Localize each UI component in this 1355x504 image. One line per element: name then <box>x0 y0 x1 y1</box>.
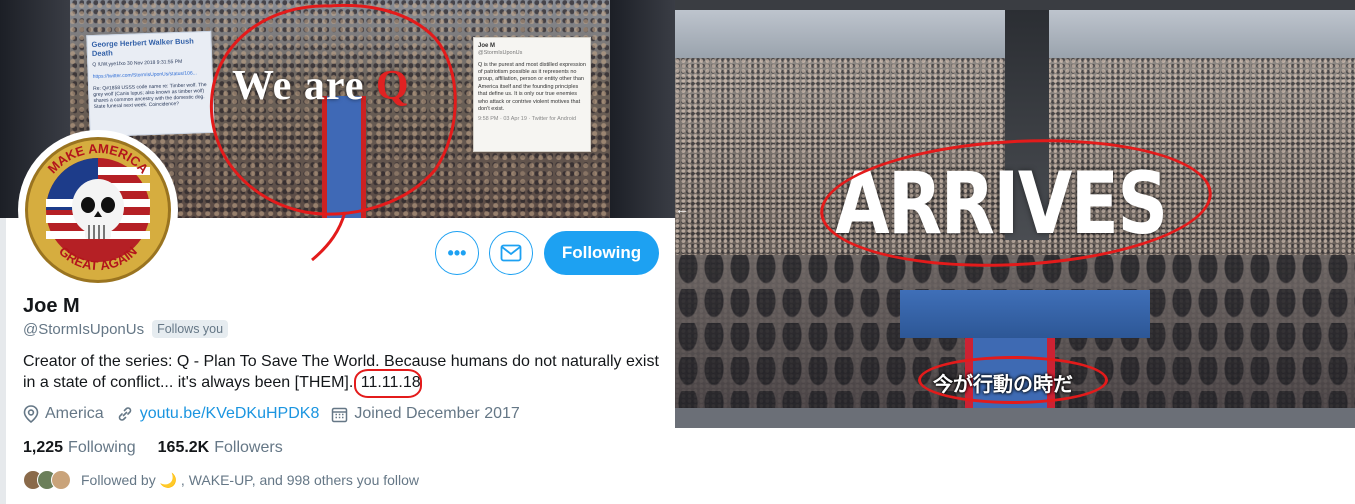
followed-by-row[interactable]: Followed by 🌙 , WAKE-UP, and 998 others … <box>23 470 419 490</box>
tweet-card-handle: @StormIsUponUs <box>478 50 523 57</box>
bio-date-highlight: 11.11.18 <box>353 369 424 398</box>
profile-bio: Creator of the series: Q - Plan To Save … <box>23 351 663 398</box>
video-frame-screenshot: ← ARRIVES 今が行動の時だ <box>675 0 1355 504</box>
followed-by-text: Followed by 🌙 , WAKE-UP, and 998 others … <box>81 471 420 488</box>
follow-stats: 1,225 Following 165.2K Followers <box>23 439 305 457</box>
q-card-title: George Herbert Walker Bush Death <box>91 36 194 59</box>
follower-avatar <box>51 470 71 490</box>
location-text: America <box>45 405 104 422</box>
overlay-text-main: We are <box>232 63 376 109</box>
display-name: Joe M <box>23 295 80 317</box>
profile-meta: America youtu.be/KVeDKuHPDK8 Joined Dece… <box>23 405 532 423</box>
avatar-emblem: MAKE AMERICA GREAT AGAIN <box>25 137 171 283</box>
following-label: Following <box>68 439 136 456</box>
location-item: America <box>23 405 104 423</box>
overlay-text-q: Q <box>375 63 410 109</box>
red-annotation-ring <box>918 356 1108 404</box>
link-icon <box>118 407 131 421</box>
joined-text: Joined December 2017 <box>354 405 520 422</box>
twitter-profile-screenshot: George Herbert Walker Bush Death Q !UW.y… <box>0 0 675 504</box>
location-pin-icon <box>23 405 39 423</box>
followers-label: Followers <box>214 439 283 456</box>
followers-count: 165.2K <box>157 439 210 456</box>
video-stage <box>900 290 1150 338</box>
tweet-card-footer: 9:58 PM · 03 Apr 19 · Twitter for Androi… <box>478 116 577 123</box>
follows-you-badge: Follows you <box>152 320 229 338</box>
website-link[interactable]: youtu.be/KVeDKuHPDK8 <box>140 405 320 423</box>
following-stat[interactable]: 1,225 Following <box>23 439 136 457</box>
banner-tweet-card: Joe M @StormIsUponUs Q is the purest and… <box>473 37 591 152</box>
following-count: 1,225 <box>23 439 64 456</box>
video-top-bar <box>675 0 1355 10</box>
website-item: youtu.be/KVeDKuHPDK8 <box>116 405 320 423</box>
skull-flag-icon: MAKE AMERICA GREAT AGAIN <box>28 140 168 280</box>
more-options-button[interactable]: ••• <box>435 231 479 275</box>
banner-overlay-text: We are Q <box>232 62 410 110</box>
followers-stat[interactable]: 165.2K Followers <box>158 439 283 457</box>
avatar[interactable]: MAKE AMERICA GREAT AGAIN <box>18 130 178 290</box>
more-icon: ••• <box>447 242 467 263</box>
mail-icon <box>500 244 522 262</box>
back-arrow-icon[interactable]: ← <box>675 201 689 217</box>
panel-edge <box>0 218 6 504</box>
message-button[interactable] <box>489 231 533 275</box>
video-bottom-bar <box>675 408 1355 428</box>
profile-handle: @StormIsUponUs <box>23 320 145 338</box>
red-annotation-ring <box>353 369 422 398</box>
tweet-card-author: Joe M <box>478 43 496 49</box>
q-card-body: Re: Q#1858 USSS code name re: Timber wol… <box>93 82 207 110</box>
tweet-card-body: Q is the purest and most distilled expre… <box>478 61 586 113</box>
q-card-meta: Q !UW.yye1fxo 30 Nov 2018 9:31:55 PM <box>92 58 183 69</box>
bio-text: Creator of the series: Q - Plan To Save … <box>23 353 659 391</box>
following-button[interactable]: Following <box>544 231 659 275</box>
video-frame: ← ARRIVES 今が行動の時だ <box>675 0 1355 428</box>
banner-q-post-card: George Herbert Walker Bush Death Q !UW.y… <box>86 30 215 138</box>
calendar-icon <box>332 407 348 422</box>
handle-row: @StormIsUponUs Follows you <box>23 320 229 338</box>
q-card-link: https://twitter.com/StormIsUponUs/status… <box>92 70 197 81</box>
joined-item: Joined December 2017 <box>331 405 520 423</box>
red-annotation-tail <box>311 211 347 262</box>
banner-right-edge <box>610 0 675 218</box>
